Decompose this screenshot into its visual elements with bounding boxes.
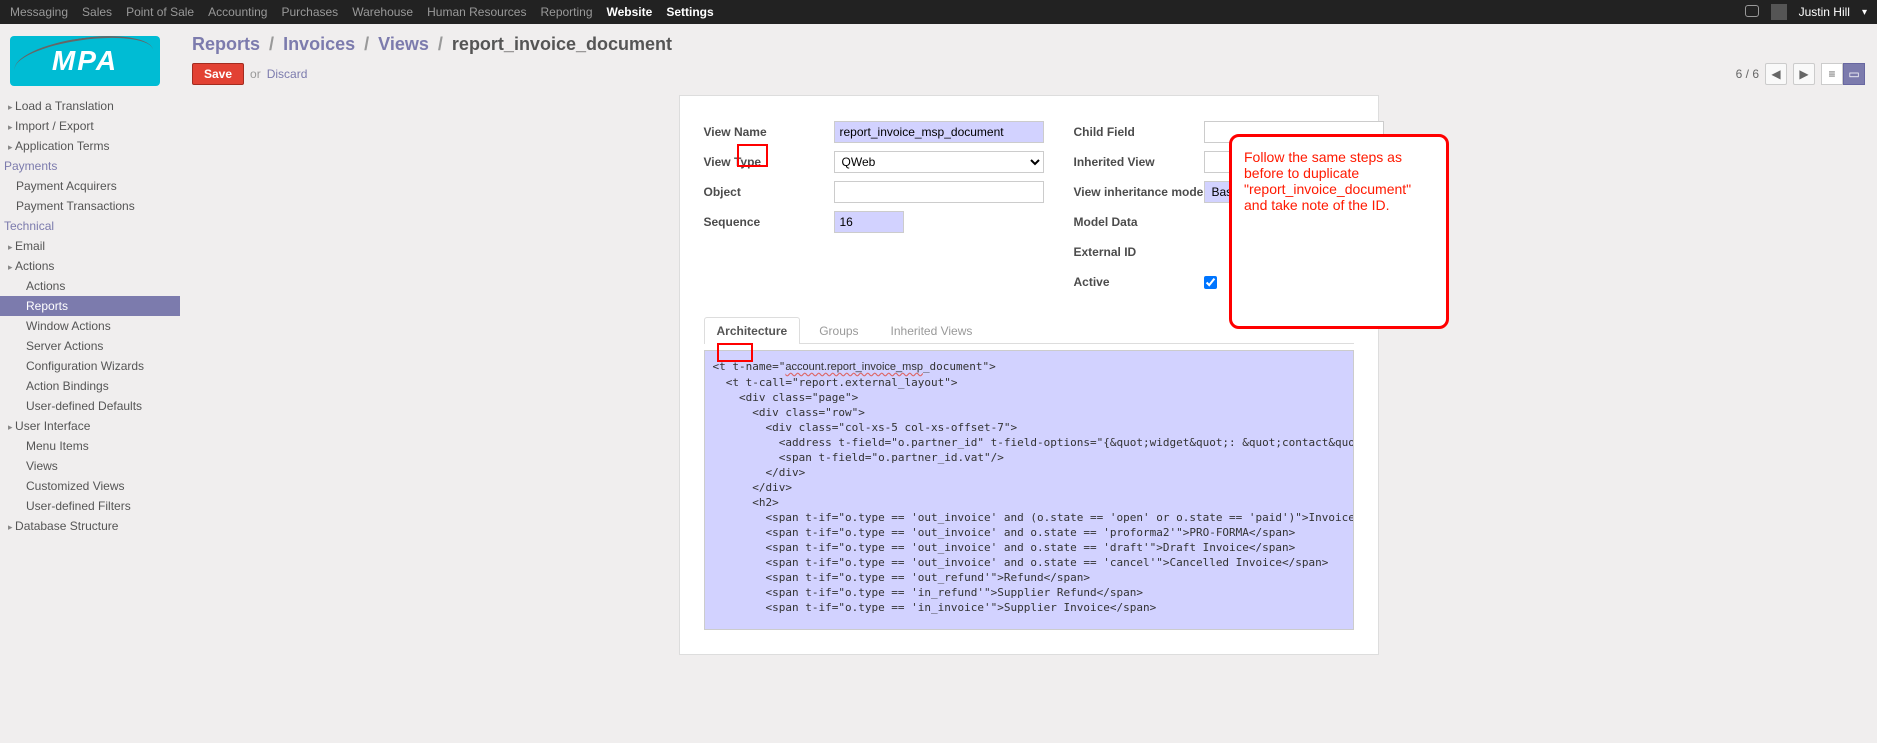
nav-item-messaging[interactable]: Messaging [10,5,68,19]
label-external-id: External ID [1074,245,1204,259]
breadcrumb: Reports / Invoices / Views / report_invo… [180,24,1877,59]
nav-item-sales[interactable]: Sales [82,5,112,19]
nav-item-human-resources[interactable]: Human Resources [427,5,526,19]
sidebar-item-actions[interactable]: Actions [0,276,180,296]
view-list-button[interactable]: ≡ [1821,63,1843,85]
pager-prev-button[interactable]: ◀ [1765,63,1787,85]
label-view-type: View Type [704,155,834,169]
sidebar-item-user-defined-defaults[interactable]: User-defined Defaults [0,396,180,416]
nav-item-purchases[interactable]: Purchases [281,5,338,19]
sidebar-item-user-defined-filters[interactable]: User-defined Filters [0,496,180,516]
label-view-name: View Name [704,125,834,139]
sidebar-item-import-export[interactable]: Import / Export [0,116,180,136]
label-sequence: Sequence [704,215,834,229]
sidebar-item-load-a-translation[interactable]: Load a Translation [0,96,180,116]
breadcrumb-current: report_invoice_document [452,34,672,54]
chevron-down-icon[interactable]: ▾ [1862,7,1867,18]
nav-item-reporting[interactable]: Reporting [540,5,592,19]
label-inheritance-mode: View inheritance mode [1074,185,1204,199]
checkbox-active[interactable] [1204,276,1217,289]
sidebar-item-actions[interactable]: Actions [0,256,180,276]
input-view-name[interactable] [834,121,1044,143]
sidebar-item-database-structure[interactable]: Database Structure [0,516,180,536]
sidebar-item-server-actions[interactable]: Server Actions [0,336,180,356]
sidebar-technical-header[interactable]: Technical [0,216,180,236]
label-object: Object [704,185,834,199]
avatar[interactable] [1771,4,1787,20]
nav-item-warehouse[interactable]: Warehouse [352,5,413,19]
input-object[interactable] [834,181,1044,203]
sidebar-item-reports[interactable]: Reports [0,296,180,316]
or-text: or [250,67,261,81]
sidebar-item-configuration-wizards[interactable]: Configuration Wizards [0,356,180,376]
breadcrumb-invoices[interactable]: Invoices [283,34,355,54]
view-form-button[interactable]: ▭ [1843,63,1865,85]
label-child-field: Child Field [1074,125,1204,139]
save-button[interactable]: Save [192,63,244,85]
sidebar-item-action-bindings[interactable]: Action Bindings [0,376,180,396]
label-inherited-view: Inherited View [1074,155,1204,169]
label-model-data: Model Data [1074,215,1204,229]
chat-icon[interactable] [1745,5,1759,20]
code-editor[interactable]: <t t-name="account.report_invoice_msp_do… [704,350,1354,630]
top-navbar: Messaging Sales Point of Sale Accounting Pur… [0,0,1877,24]
label-active: Active [1074,275,1204,289]
logo[interactable]: MPA [0,30,180,96]
sidebar-item-email[interactable]: Email [0,236,180,256]
sidebar-item-menu-items[interactable]: Menu Items [0,436,180,456]
sidebar-payments-header[interactable]: Payments [0,156,180,176]
breadcrumb-views[interactable]: Views [378,34,429,54]
tab-groups[interactable]: Groups [806,317,871,344]
nav-item-point-of-sale[interactable]: Point of Sale [126,5,194,19]
sidebar-item-payment-acquirers[interactable]: Payment Acquirers [0,176,180,196]
pager-text: 6 / 6 [1736,67,1759,81]
sidebar-item-window-actions[interactable]: Window Actions [0,316,180,336]
select-view-type[interactable]: QWeb [834,151,1044,173]
nav-item-accounting[interactable]: Accounting [208,5,267,19]
input-sequence[interactable] [834,211,904,233]
breadcrumb-reports[interactable]: Reports [192,34,260,54]
instruction-callout: Follow the same steps as before to dupli… [1229,134,1449,329]
nav-item-settings[interactable]: Settings [666,5,713,19]
sidebar-item-payment-transactions[interactable]: Payment Transactions [0,196,180,216]
discard-link[interactable]: Discard [267,67,308,81]
nav-item-website[interactable]: Website [607,5,653,19]
sidebar-item-user-interface[interactable]: User Interface [0,416,180,436]
sidebar-item-views[interactable]: Views [0,456,180,476]
sidebar-item-customized-views[interactable]: Customized Views [0,476,180,496]
sidebar-item-application-terms[interactable]: Application Terms [0,136,180,156]
tab-inherited-views[interactable]: Inherited Views [878,317,986,344]
user-menu[interactable]: Justin Hill [1799,5,1850,19]
pager-next-button[interactable]: ▶ [1793,63,1815,85]
tab-architecture[interactable]: Architecture [704,317,801,344]
sidebar: MPA Load a TranslationImport / ExportApp… [0,24,180,743]
